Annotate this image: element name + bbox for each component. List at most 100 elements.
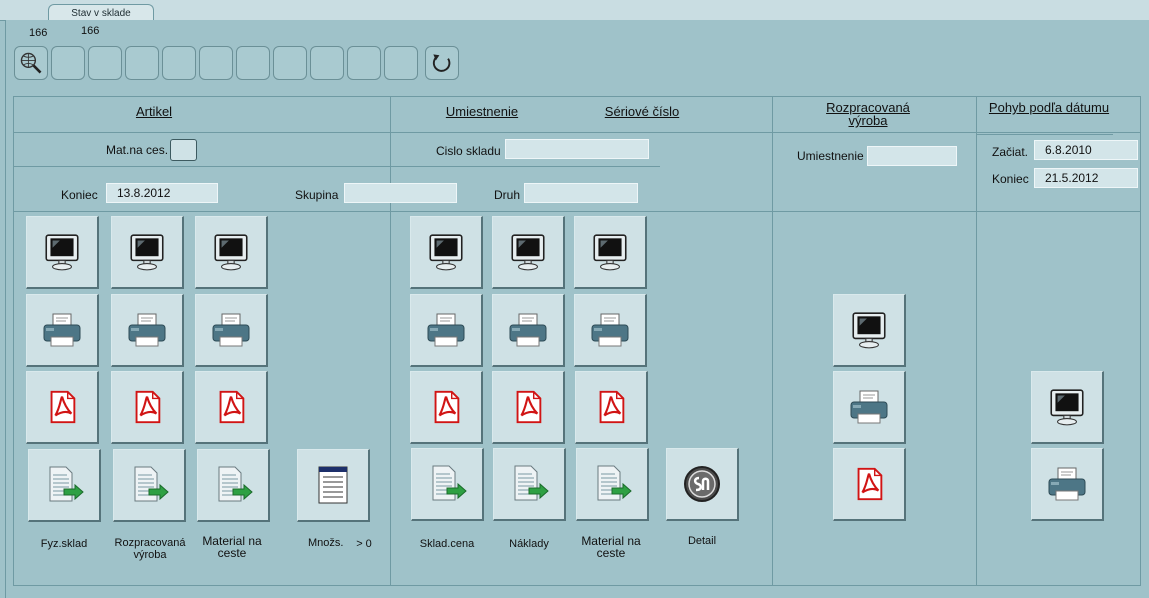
koniec2-label: Koniec [992,172,1029,186]
divider-header [14,132,1140,133]
printer-icon [1045,464,1089,504]
caption-mnozs: Množs. [308,537,344,549]
printer-icon [125,310,169,350]
pdf-icon [128,388,166,426]
sklad-cena-print-button[interactable] [410,294,483,367]
export-doc-icon [211,463,255,507]
naklady-screen-button[interactable] [492,216,565,289]
toolbar-slot-8[interactable] [310,46,344,80]
toolbar-slot-1[interactable] [51,46,85,80]
zaciat-date-input[interactable]: 6.8.2010 [1034,140,1138,160]
fyz-sklad-print-button[interactable] [26,294,99,367]
toolbar-slot-6[interactable] [236,46,270,80]
caption-material: Material na ceste [192,535,272,559]
monitor-icon [507,231,549,273]
rozp-vyroba-print-button[interactable] [111,294,184,367]
caption-sklad-cena: Sklad.cena [419,538,475,550]
material-pdf-button[interactable] [195,371,268,444]
toolbar-slot-3[interactable] [125,46,159,80]
material2-pdf-button[interactable] [575,371,648,444]
detail-button[interactable] [666,448,739,521]
material2-export-button[interactable] [576,448,649,521]
material-print-button[interactable] [195,294,268,367]
divider-col2 [772,97,773,585]
zaciat-label: Začiat. [992,145,1029,159]
fyz-sklad-export-button[interactable] [28,449,101,522]
sn-detail-icon [680,462,724,506]
material-screen-button[interactable] [195,216,268,289]
divider-filters [14,211,1140,212]
sklad-cena-screen-button[interactable] [410,216,483,289]
monitor-icon [1046,386,1088,428]
record-count-sub: 166 [81,25,100,37]
fyz-sklad-screen-button[interactable] [26,216,99,289]
monitor-icon [126,231,168,273]
sklad-cena-export-button[interactable] [411,448,484,521]
printer-icon [506,310,550,350]
toolbar-slot-7[interactable] [273,46,307,80]
pdf-icon [212,388,250,426]
material-export-button[interactable] [197,449,270,522]
header-seriove-cislo: Sériové číslo [604,104,680,119]
header-pohyb-podla-datumu: Pohyb podľa dátumu [988,100,1110,115]
pdf-icon [592,388,630,426]
druh-label: Druh [494,188,521,202]
divider-col1 [390,97,391,585]
rozpracovana-pdf-button[interactable] [833,448,906,521]
divider-col3 [976,97,977,585]
header-rozpracovana-vyroba: Rozpracovaná výroba [826,100,910,128]
material2-screen-button[interactable] [574,216,647,289]
mat-na-ces-label: Mat.na ces. [106,143,169,157]
caption-mnozs-condition: > 0 [356,538,372,550]
header-umiestnenie: Umiestnenie [445,104,519,119]
umiestnenie-input[interactable] [867,146,957,166]
rozp-vyroba-export-button[interactable] [113,449,186,522]
record-count: 166 [29,27,48,39]
naklady-export-button[interactable] [493,448,566,521]
rozpracovana-print-button[interactable] [833,371,906,444]
divider-row2 [14,166,660,167]
printer-icon [209,310,253,350]
koniec2-date-input[interactable]: 21.5.2012 [1034,168,1138,188]
mnozs-list-button[interactable] [297,449,370,522]
rozp-vyroba-pdf-button[interactable] [111,371,184,444]
rozp-vyroba-screen-button[interactable] [111,216,184,289]
export-doc-icon [42,463,86,507]
rozpracovana-screen-button[interactable] [833,294,906,367]
pdf-icon [427,388,465,426]
pohyb-print-button[interactable] [1031,448,1104,521]
toolbar-slot-9[interactable] [347,46,381,80]
monitor-icon [589,231,631,273]
divider-pohyb [977,134,1113,135]
monitor-icon [848,309,890,351]
printer-icon [424,310,468,350]
caption-rozp-vyroba-line1: Rozpracovaná [114,537,186,549]
skupina-input[interactable] [344,183,457,203]
naklady-print-button[interactable] [492,294,565,367]
mat-na-ces-checkbox[interactable] [170,139,197,161]
zoom-button[interactable] [14,46,48,80]
refresh-button[interactable] [425,46,459,80]
printer-icon [40,310,84,350]
printer-icon [588,310,632,350]
druh-input[interactable] [524,183,638,203]
pdf-icon [509,388,547,426]
zoom-globe-icon [18,50,44,76]
naklady-pdf-button[interactable] [492,371,565,444]
caption-material-line2: ceste [217,546,247,560]
toolbar-slot-10[interactable] [384,46,418,80]
cislo-skladu-label: Cislo skladu [436,144,501,158]
material2-print-button[interactable] [574,294,647,367]
list-icon [311,463,355,507]
refresh-icon [429,50,455,76]
toolbar-slot-4[interactable] [162,46,196,80]
caption-detail: Detail [687,535,717,547]
fyz-sklad-pdf-button[interactable] [26,371,99,444]
sklad-cena-pdf-button[interactable] [410,371,483,444]
cislo-skladu-input[interactable] [505,139,649,159]
pohyb-screen-button[interactable] [1031,371,1104,444]
koniec-label: Koniec [61,188,98,202]
koniec-date-input[interactable]: 13.8.2012 [106,183,218,203]
toolbar-slot-2[interactable] [88,46,122,80]
toolbar-slot-5[interactable] [199,46,233,80]
